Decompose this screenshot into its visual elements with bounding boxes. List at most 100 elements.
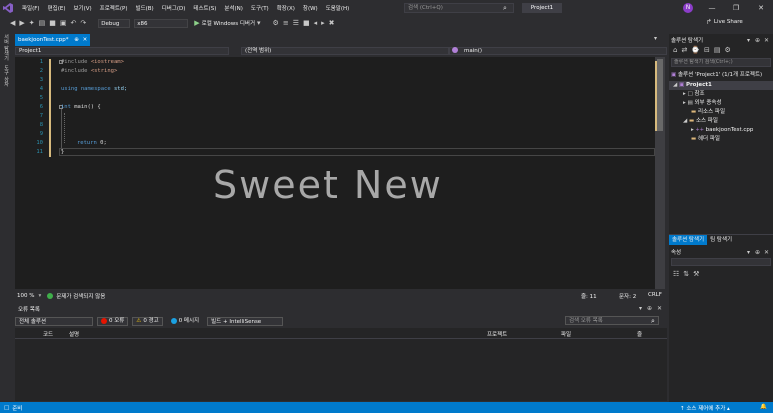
minimize-icon[interactable]: —	[700, 2, 724, 14]
tab-close-icon[interactable]: ✕	[83, 37, 88, 43]
menu-analyze[interactable]: 분석(N)	[224, 4, 243, 12]
scope-select[interactable]: 전체 솔루션	[15, 316, 93, 326]
save-icon[interactable]: ■	[49, 19, 56, 27]
error-list-body[interactable]	[15, 339, 667, 401]
bookmark-next-icon[interactable]: ▸	[321, 19, 325, 27]
zoom-level[interactable]: 100 %	[17, 293, 34, 299]
tab-solution-explorer[interactable]: 솔루션 탐색기	[669, 235, 708, 245]
panel-menu-icon[interactable]: ▾	[639, 305, 642, 312]
errors-filter-button[interactable]: 0 오류	[97, 316, 129, 326]
scope-dropdown[interactable]: (전역 범위)	[241, 47, 449, 55]
tree-item-references[interactable]: ▸ □ 참조	[683, 90, 705, 99]
alphabetical-icon[interactable]: ⇅	[683, 270, 689, 278]
member-dropdown[interactable]: main()	[449, 47, 667, 55]
config-select[interactable]: Debug	[98, 18, 131, 28]
show-all-icon[interactable]: ▤	[714, 46, 721, 54]
messages-filter-button[interactable]: 0 메시지	[167, 317, 203, 326]
tab-baekjoontest[interactable]: baekjoonTest.cpp* ⊕ ✕	[15, 34, 91, 46]
panel-close-icon[interactable]: ✕	[764, 249, 769, 256]
menu-build[interactable]: 빌드(B)	[136, 4, 154, 12]
tree-item-external-deps[interactable]: ▸ ▤ 외부 종속성	[683, 99, 722, 108]
toolbox-tab[interactable]: 도구 상자	[3, 65, 10, 87]
scrollbar-thumb[interactable]	[657, 59, 663, 131]
collapse-all-icon[interactable]: ⊟	[704, 46, 710, 54]
pin-icon[interactable]: ⊕	[74, 37, 79, 43]
platform-select[interactable]: x86	[134, 18, 189, 28]
properties-grid[interactable]	[671, 280, 771, 398]
menu-extensions[interactable]: 확장(X)	[277, 4, 295, 12]
bookmark-clear-icon[interactable]: ✖	[329, 19, 335, 27]
bookmark-icon[interactable]: ■	[303, 19, 310, 27]
build-filter-select[interactable]: 빌드 + IntelliSense	[207, 316, 284, 326]
menu-tools[interactable]: 도구(T)	[251, 4, 269, 12]
col-line[interactable]: 줄	[637, 330, 642, 338]
col-code[interactable]: 코드	[43, 330, 53, 338]
tree-item-header-files[interactable]: ▬ 헤더 파일	[691, 135, 720, 144]
comment-icon[interactable]: ☰	[293, 19, 299, 27]
menu-debug[interactable]: 디버그(D)	[162, 4, 186, 12]
solution-node[interactable]: ▣ 솔루션 'Project1' (1/1개 프로젝트)	[671, 71, 771, 80]
restore-icon[interactable]: ❐	[724, 2, 748, 14]
col-description[interactable]: 설명	[69, 330, 79, 338]
col-project[interactable]: 프로젝트	[487, 330, 507, 338]
menu-help[interactable]: 도움말(H)	[326, 4, 350, 12]
panel-menu-icon[interactable]: ▾	[747, 249, 750, 256]
issues-status[interactable]: 문제가 검색되지 않음	[56, 292, 105, 300]
save-all-icon[interactable]: ▣	[60, 19, 67, 27]
panel-pin-icon[interactable]: ⊕	[755, 37, 760, 44]
zoom-chevron-icon[interactable]: ▾	[38, 293, 41, 299]
panel-close-icon[interactable]: ✕	[764, 37, 769, 44]
menu-test[interactable]: 테스트(S)	[193, 4, 216, 12]
tree-item-project1[interactable]: ◢ ▣ Project1	[669, 81, 773, 90]
tree-item-source-files[interactable]: ◢ ▬ 소스 파일	[683, 117, 718, 126]
history-icon[interactable]: ⌚	[691, 46, 700, 54]
line-ending[interactable]: CRLF	[648, 292, 662, 298]
tree-item-resource-files[interactable]: ▬ 리소스 파일	[691, 108, 725, 117]
warnings-filter-button[interactable]: ⚠ 0 경고	[132, 316, 163, 326]
error-search-input[interactable]: 검색 오류 목록	[565, 316, 659, 325]
tab-overflow-icon[interactable]: ▾	[654, 35, 657, 42]
project-dropdown[interactable]: Project1	[15, 47, 229, 55]
server-explorer-tab[interactable]: 서버 탐색기	[3, 34, 10, 61]
search-icon[interactable]: ⌕	[503, 4, 507, 13]
chevron-down-icon[interactable]: ▾	[257, 19, 261, 27]
menu-view[interactable]: 보기(V)	[73, 4, 91, 12]
close-icon[interactable]: ✕	[749, 2, 773, 14]
panel-pin-icon[interactable]: ⊕	[755, 249, 760, 256]
menu-file[interactable]: 파일(F)	[22, 4, 40, 12]
solution-search-input[interactable]: 솔루션 탐색기 검색(Ctrl+;)	[671, 58, 771, 67]
debug-tools-icon[interactable]: ⚙	[273, 19, 279, 27]
new-file-icon[interactable]: ✦	[29, 19, 35, 27]
live-share-button[interactable]: ↱ Live Share	[704, 18, 743, 26]
avatar[interactable]: N	[683, 3, 693, 13]
undo-icon[interactable]: ↶	[71, 19, 77, 27]
search-input[interactable]: 검색 (Ctrl+Q)	[404, 3, 514, 13]
source-control-button[interactable]: ↑ 소스 제어에 추가 ▴	[680, 404, 730, 412]
format-icon[interactable]: ≡	[283, 19, 289, 27]
notifications-icon[interactable]: 🔔	[760, 404, 767, 410]
forward-icon[interactable]: ▶	[19, 19, 24, 27]
properties-object-select[interactable]	[671, 258, 771, 266]
play-icon[interactable]: ▶	[194, 19, 199, 27]
menu-project[interactable]: 프로젝트(P)	[100, 4, 128, 12]
menu-window[interactable]: 창(W)	[303, 4, 318, 12]
bookmark-prev-icon[interactable]: ◂	[314, 19, 318, 27]
tab-team-explorer[interactable]: 팀 탐색기	[707, 235, 735, 245]
open-folder-icon[interactable]: ▤	[39, 19, 46, 27]
panel-close-icon[interactable]: ✕	[657, 305, 662, 312]
home-icon[interactable]: ⌂	[673, 46, 677, 54]
panel-menu-icon[interactable]: ▾	[747, 37, 750, 44]
tree-item-baekjoontest[interactable]: ▸ ++ baekjoonTest.cpp	[691, 126, 753, 135]
back-icon[interactable]: ◀	[10, 19, 15, 27]
panel-pin-icon[interactable]: ⊕	[647, 305, 652, 312]
code-editor[interactable]: 1 2 3 4 5 6 7 8 9 10 11 #include <iostre…	[15, 57, 658, 289]
search-icon[interactable]: ⌕	[651, 317, 655, 326]
run-button[interactable]: 로컬 Windows 디버거	[202, 19, 255, 27]
properties-icon[interactable]: ⚙	[725, 46, 731, 54]
menu-edit[interactable]: 편집(E)	[48, 4, 66, 12]
redo-icon[interactable]: ↷	[80, 19, 86, 27]
sync-icon[interactable]: ⇄	[681, 46, 687, 54]
vertical-scrollbar[interactable]	[655, 57, 665, 289]
col-file[interactable]: 파일	[561, 330, 571, 338]
wrench-icon[interactable]: ⚒	[693, 270, 699, 278]
